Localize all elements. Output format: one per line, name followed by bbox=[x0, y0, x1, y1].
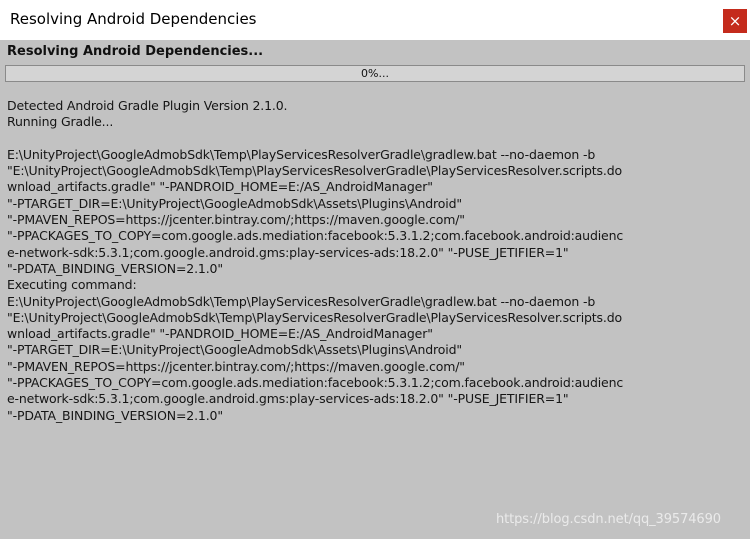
log-line: "-PPACKAGES_TO_COPY=com.google.ads.media… bbox=[7, 228, 624, 244]
log-output: Detected Android Gradle Plugin Version 2… bbox=[7, 98, 745, 424]
log-line: Running Gradle... bbox=[7, 114, 114, 130]
log-line: e-network-sdk:5.3.1;com.google.android.g… bbox=[7, 391, 569, 407]
dialog-heading: Resolving Android Dependencies... bbox=[7, 44, 264, 59]
log-line: "-PMAVEN_REPOS=https://jcenter.bintray.c… bbox=[7, 358, 465, 374]
log-line: "-PTARGET_DIR=E:\UnityProject\GoogleAdmo… bbox=[7, 195, 462, 211]
log-line: e-network-sdk:5.3.1;com.google.android.g… bbox=[7, 244, 569, 260]
log-line: "-PMAVEN_REPOS=https://jcenter.bintray.c… bbox=[7, 212, 465, 228]
log-line: "-PPACKAGES_TO_COPY=com.google.ads.media… bbox=[7, 375, 624, 391]
title-bar[interactable]: Resolving Android Dependencies × bbox=[0, 0, 750, 40]
log-line: "-PDATA_BINDING_VERSION=2.1.0" bbox=[7, 260, 223, 276]
log-line: Executing command: bbox=[7, 277, 137, 293]
log-line: "E:\UnityProject\GoogleAdmobSdk\Temp\Pla… bbox=[7, 309, 623, 325]
dialog-content: Resolving Android Dependencies... 0%... … bbox=[0, 40, 750, 539]
log-line: E:\UnityProject\GoogleAdmobSdk\Temp\Play… bbox=[7, 146, 596, 162]
log-line: Detected Android Gradle Plugin Version 2… bbox=[7, 98, 288, 113]
log-line: E:\UnityProject\GoogleAdmobSdk\Temp\Play… bbox=[7, 293, 596, 309]
log-line: wnload_artifacts.gradle" "-PANDROID_HOME… bbox=[7, 326, 433, 342]
log-line: "E:\UnityProject\GoogleAdmobSdk\Temp\Pla… bbox=[7, 163, 623, 179]
log-line: wnload_artifacts.gradle" "-PANDROID_HOME… bbox=[7, 179, 433, 195]
close-icon: × bbox=[728, 12, 742, 30]
close-button[interactable]: × bbox=[723, 9, 747, 33]
progress-label: 0%... bbox=[361, 67, 389, 80]
log-line: "-PDATA_BINDING_VERSION=2.1.0" bbox=[7, 407, 223, 423]
log-line: "-PTARGET_DIR=E:\UnityProject\GoogleAdmo… bbox=[7, 342, 462, 358]
window-title: Resolving Android Dependencies bbox=[10, 10, 257, 28]
watermark: https://blog.csdn.net/qq_39574690 bbox=[496, 512, 721, 527]
progress-bar: 0%... bbox=[5, 65, 745, 82]
